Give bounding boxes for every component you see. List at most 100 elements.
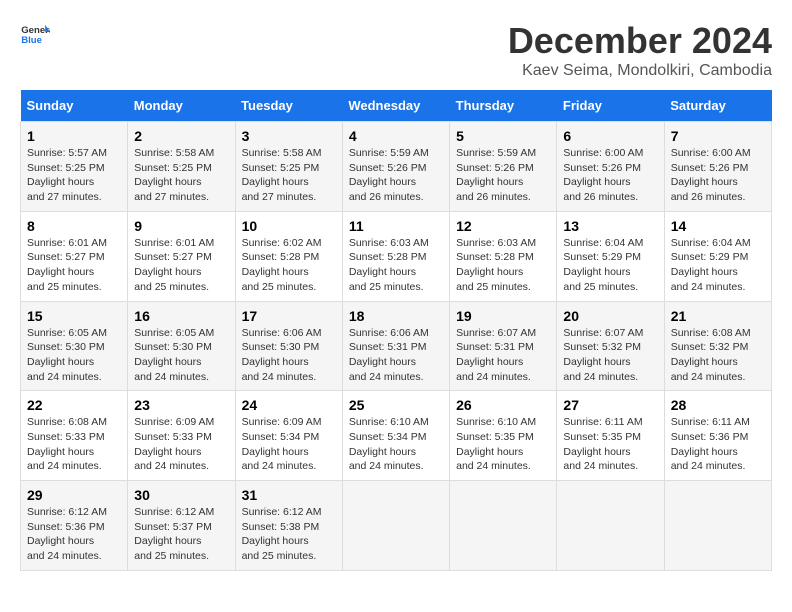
day-info: Sunrise: 6:11 AM Sunset: 5:35 PM Dayligh… — [563, 415, 657, 474]
header-day-friday: Friday — [557, 90, 664, 122]
calendar-cell: 3 Sunrise: 5:58 AM Sunset: 5:25 PM Dayli… — [235, 122, 342, 212]
day-number: 25 — [349, 397, 443, 413]
header-row: SundayMondayTuesdayWednesdayThursdayFrid… — [21, 90, 772, 122]
calendar-cell: 4 Sunrise: 5:59 AM Sunset: 5:26 PM Dayli… — [342, 122, 449, 212]
day-info: Sunrise: 6:10 AM Sunset: 5:34 PM Dayligh… — [349, 415, 443, 474]
calendar-cell: 21 Sunrise: 6:08 AM Sunset: 5:32 PM Dayl… — [664, 301, 771, 391]
day-number: 1 — [27, 128, 121, 144]
calendar-cell: 19 Sunrise: 6:07 AM Sunset: 5:31 PM Dayl… — [450, 301, 557, 391]
svg-text:Blue: Blue — [21, 35, 42, 46]
location-title: Kaev Seima, Mondolkiri, Cambodia — [508, 62, 772, 80]
day-info: Sunrise: 6:12 AM Sunset: 5:37 PM Dayligh… — [134, 505, 228, 564]
calendar-cell — [450, 481, 557, 571]
day-info: Sunrise: 6:07 AM Sunset: 5:31 PM Dayligh… — [456, 326, 550, 385]
calendar-week-1: 8 Sunrise: 6:01 AM Sunset: 5:27 PM Dayli… — [21, 211, 772, 301]
calendar-cell: 30 Sunrise: 6:12 AM Sunset: 5:37 PM Dayl… — [128, 481, 235, 571]
day-info: Sunrise: 6:08 AM Sunset: 5:32 PM Dayligh… — [671, 326, 765, 385]
day-number: 26 — [456, 397, 550, 413]
day-info: Sunrise: 6:05 AM Sunset: 5:30 PM Dayligh… — [134, 326, 228, 385]
calendar-cell: 26 Sunrise: 6:10 AM Sunset: 5:35 PM Dayl… — [450, 391, 557, 481]
day-info: Sunrise: 6:01 AM Sunset: 5:27 PM Dayligh… — [27, 236, 121, 295]
calendar-cell: 2 Sunrise: 5:58 AM Sunset: 5:25 PM Dayli… — [128, 122, 235, 212]
day-info: Sunrise: 5:59 AM Sunset: 5:26 PM Dayligh… — [349, 146, 443, 205]
calendar-cell: 8 Sunrise: 6:01 AM Sunset: 5:27 PM Dayli… — [21, 211, 128, 301]
day-number: 14 — [671, 218, 765, 234]
logo: General Blue — [20, 20, 54, 50]
day-number: 9 — [134, 218, 228, 234]
day-number: 20 — [563, 308, 657, 324]
calendar-cell: 14 Sunrise: 6:04 AM Sunset: 5:29 PM Dayl… — [664, 211, 771, 301]
calendar-cell: 11 Sunrise: 6:03 AM Sunset: 5:28 PM Dayl… — [342, 211, 449, 301]
day-number: 18 — [349, 308, 443, 324]
day-info: Sunrise: 6:09 AM Sunset: 5:33 PM Dayligh… — [134, 415, 228, 474]
calendar-cell: 22 Sunrise: 6:08 AM Sunset: 5:33 PM Dayl… — [21, 391, 128, 481]
day-info: Sunrise: 6:01 AM Sunset: 5:27 PM Dayligh… — [134, 236, 228, 295]
day-number: 21 — [671, 308, 765, 324]
day-info: Sunrise: 5:58 AM Sunset: 5:25 PM Dayligh… — [242, 146, 336, 205]
calendar-table: SundayMondayTuesdayWednesdayThursdayFrid… — [20, 90, 772, 571]
calendar-cell: 28 Sunrise: 6:11 AM Sunset: 5:36 PM Dayl… — [664, 391, 771, 481]
header-day-monday: Monday — [128, 90, 235, 122]
day-number: 16 — [134, 308, 228, 324]
day-number: 3 — [242, 128, 336, 144]
day-info: Sunrise: 5:57 AM Sunset: 5:25 PM Dayligh… — [27, 146, 121, 205]
calendar-cell — [664, 481, 771, 571]
day-number: 15 — [27, 308, 121, 324]
calendar-cell: 15 Sunrise: 6:05 AM Sunset: 5:30 PM Dayl… — [21, 301, 128, 391]
day-number: 11 — [349, 218, 443, 234]
calendar-cell: 16 Sunrise: 6:05 AM Sunset: 5:30 PM Dayl… — [128, 301, 235, 391]
calendar-week-2: 15 Sunrise: 6:05 AM Sunset: 5:30 PM Dayl… — [21, 301, 772, 391]
calendar-cell: 24 Sunrise: 6:09 AM Sunset: 5:34 PM Dayl… — [235, 391, 342, 481]
calendar-week-3: 22 Sunrise: 6:08 AM Sunset: 5:33 PM Dayl… — [21, 391, 772, 481]
day-info: Sunrise: 6:00 AM Sunset: 5:26 PM Dayligh… — [671, 146, 765, 205]
header-day-tuesday: Tuesday — [235, 90, 342, 122]
logo-icon: General Blue — [20, 20, 50, 50]
title-block: December 2024 Kaev Seima, Mondolkiri, Ca… — [508, 20, 772, 80]
calendar-cell — [342, 481, 449, 571]
calendar-cell: 1 Sunrise: 5:57 AM Sunset: 5:25 PM Dayli… — [21, 122, 128, 212]
day-info: Sunrise: 6:10 AM Sunset: 5:35 PM Dayligh… — [456, 415, 550, 474]
day-number: 19 — [456, 308, 550, 324]
page-header: General Blue December 2024 Kaev Seima, M… — [20, 20, 772, 80]
day-number: 28 — [671, 397, 765, 413]
calendar-cell: 27 Sunrise: 6:11 AM Sunset: 5:35 PM Dayl… — [557, 391, 664, 481]
day-number: 17 — [242, 308, 336, 324]
day-info: Sunrise: 6:03 AM Sunset: 5:28 PM Dayligh… — [456, 236, 550, 295]
calendar-cell: 29 Sunrise: 6:12 AM Sunset: 5:36 PM Dayl… — [21, 481, 128, 571]
day-info: Sunrise: 6:09 AM Sunset: 5:34 PM Dayligh… — [242, 415, 336, 474]
month-title: December 2024 — [508, 20, 772, 62]
calendar-cell: 10 Sunrise: 6:02 AM Sunset: 5:28 PM Dayl… — [235, 211, 342, 301]
day-number: 13 — [563, 218, 657, 234]
calendar-cell: 23 Sunrise: 6:09 AM Sunset: 5:33 PM Dayl… — [128, 391, 235, 481]
day-info: Sunrise: 6:04 AM Sunset: 5:29 PM Dayligh… — [563, 236, 657, 295]
day-info: Sunrise: 6:12 AM Sunset: 5:36 PM Dayligh… — [27, 505, 121, 564]
day-info: Sunrise: 6:04 AM Sunset: 5:29 PM Dayligh… — [671, 236, 765, 295]
day-info: Sunrise: 6:02 AM Sunset: 5:28 PM Dayligh… — [242, 236, 336, 295]
day-number: 10 — [242, 218, 336, 234]
calendar-week-4: 29 Sunrise: 6:12 AM Sunset: 5:36 PM Dayl… — [21, 481, 772, 571]
calendar-cell: 13 Sunrise: 6:04 AM Sunset: 5:29 PM Dayl… — [557, 211, 664, 301]
day-number: 5 — [456, 128, 550, 144]
day-info: Sunrise: 5:58 AM Sunset: 5:25 PM Dayligh… — [134, 146, 228, 205]
calendar-cell: 9 Sunrise: 6:01 AM Sunset: 5:27 PM Dayli… — [128, 211, 235, 301]
day-number: 7 — [671, 128, 765, 144]
day-number: 2 — [134, 128, 228, 144]
calendar-cell — [557, 481, 664, 571]
day-info: Sunrise: 6:05 AM Sunset: 5:30 PM Dayligh… — [27, 326, 121, 385]
header-day-sunday: Sunday — [21, 90, 128, 122]
calendar-cell: 20 Sunrise: 6:07 AM Sunset: 5:32 PM Dayl… — [557, 301, 664, 391]
calendar-cell: 12 Sunrise: 6:03 AM Sunset: 5:28 PM Dayl… — [450, 211, 557, 301]
header-day-thursday: Thursday — [450, 90, 557, 122]
day-number: 27 — [563, 397, 657, 413]
day-number: 22 — [27, 397, 121, 413]
calendar-cell: 7 Sunrise: 6:00 AM Sunset: 5:26 PM Dayli… — [664, 122, 771, 212]
day-info: Sunrise: 6:06 AM Sunset: 5:31 PM Dayligh… — [349, 326, 443, 385]
day-info: Sunrise: 6:03 AM Sunset: 5:28 PM Dayligh… — [349, 236, 443, 295]
day-info: Sunrise: 6:08 AM Sunset: 5:33 PM Dayligh… — [27, 415, 121, 474]
day-info: Sunrise: 6:07 AM Sunset: 5:32 PM Dayligh… — [563, 326, 657, 385]
calendar-cell: 6 Sunrise: 6:00 AM Sunset: 5:26 PM Dayli… — [557, 122, 664, 212]
day-info: Sunrise: 6:12 AM Sunset: 5:38 PM Dayligh… — [242, 505, 336, 564]
day-number: 31 — [242, 487, 336, 503]
calendar-cell: 25 Sunrise: 6:10 AM Sunset: 5:34 PM Dayl… — [342, 391, 449, 481]
day-number: 23 — [134, 397, 228, 413]
